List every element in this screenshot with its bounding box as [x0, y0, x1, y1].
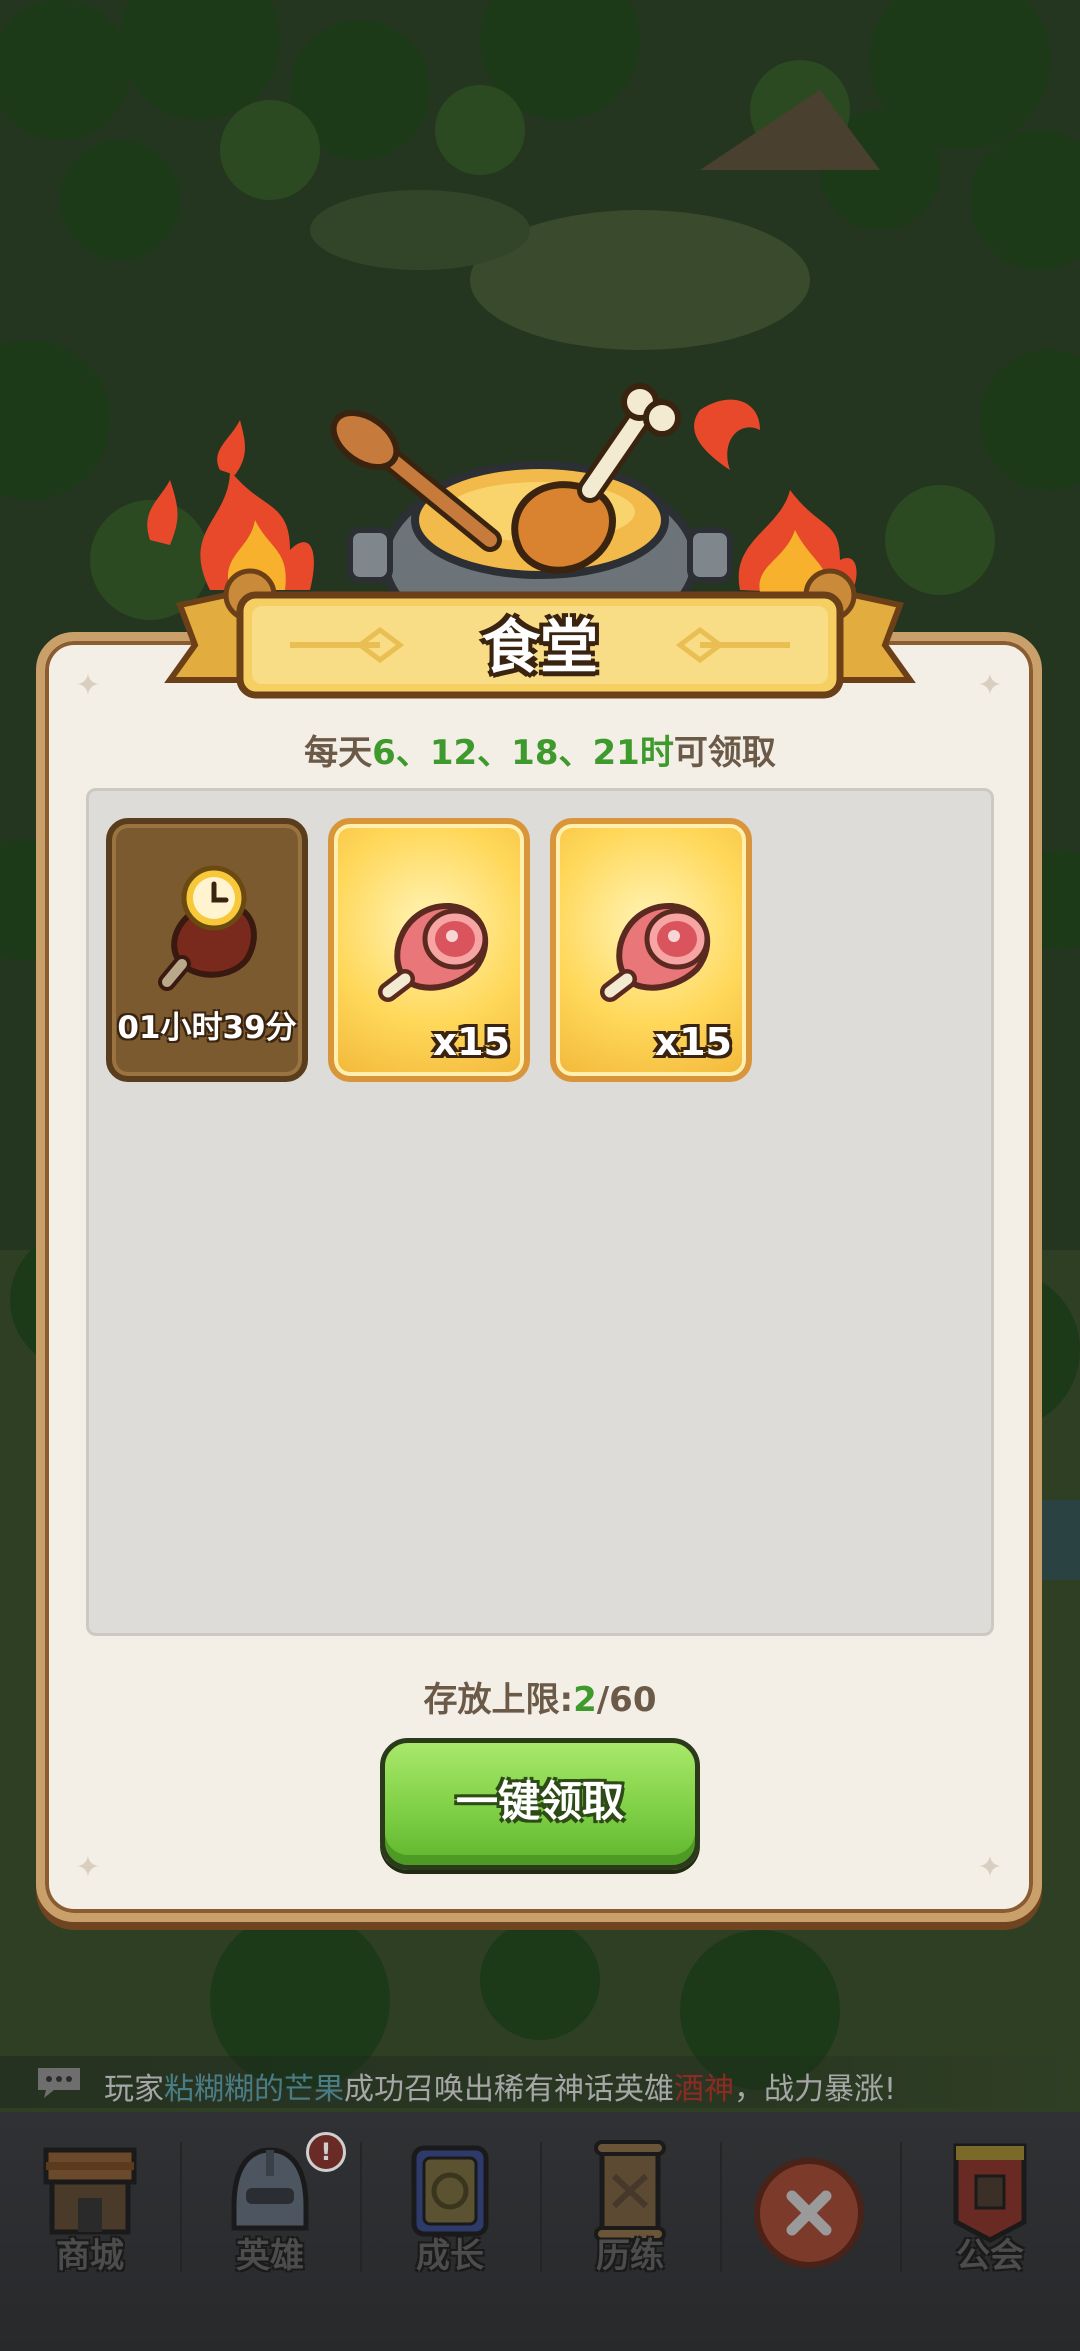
pending-meat-card[interactable]: 01小时39分 [106, 818, 308, 1082]
meat-icon [378, 902, 489, 1002]
chat-bubble-icon [38, 2068, 80, 2098]
nav-item-guild[interactable]: 公会 [900, 2112, 1080, 2351]
schedule-hour-suffix: 时 [639, 733, 674, 773]
ticker-middle: 成功召唤出稀有神话英雄 [344, 2072, 674, 2107]
close-icon [786, 2190, 832, 2236]
corner-ornament-icon: ✦ [977, 1850, 1003, 1885]
schedule-hour: 12 [429, 733, 478, 773]
storage-limit: 存放上限:2/60 [0, 1672, 1080, 1721]
nav-item-growth[interactable]: 成长 [360, 2112, 540, 2351]
meat-reward-card[interactable]: x15 [550, 818, 752, 1082]
nav-label-shop: 商城 [56, 2236, 124, 2276]
ticker-player-name: 粘糊糊的芒果 [164, 2072, 344, 2107]
schedule-hour: 18 [511, 733, 559, 773]
meat-icon [600, 902, 711, 1002]
ticker-hero-name: 酒神 [674, 2072, 734, 2107]
reward-quantity: x15 [654, 1020, 732, 1064]
nav-label-training: 历练 [596, 2236, 664, 2276]
storage-max: /60 [596, 1680, 657, 1720]
nav-label-heroes: 英雄 [236, 2236, 304, 2276]
dialog-title: 食堂 [481, 613, 598, 681]
nav-item-training[interactable]: 历练 [540, 2112, 720, 2351]
claim-schedule-text: 每天6、12、18、21时可领取 [0, 725, 1080, 774]
ticker-prefix: 玩家 [104, 2072, 164, 2107]
schedule-separator: 、 [395, 733, 430, 773]
claim-all-button[interactable]: 一键领取 [380, 1738, 700, 1870]
nav-item-shop[interactable]: 商城 [0, 2112, 180, 2351]
corner-ornament-icon: ✦ [75, 1850, 101, 1885]
nav-label-growth: 成长 [416, 2236, 484, 2276]
nav-divider [720, 2142, 722, 2272]
flame-icon [147, 420, 314, 590]
reward-quantity: x15 [432, 1020, 510, 1064]
schedule-suffix: 可领取 [673, 733, 776, 773]
nav-label-guild: 公会 [956, 2236, 1024, 2276]
schedule-hour: 21 [592, 733, 640, 773]
hero-alert-badge: ! [306, 2132, 346, 2172]
bottom-navigation: 商城 英雄 成长 历练 公会 [0, 2112, 1080, 2351]
schedule-prefix: 每天 [304, 733, 373, 773]
schedule-separator: 、 [558, 733, 593, 773]
ticker-suffix: ，战力暴涨! [734, 2072, 897, 2107]
schedule-hour: 6 [372, 733, 396, 773]
storage-label: 存放上限: [423, 1680, 574, 1720]
announcement-ticker[interactable]: 玩家粘糊糊的芒果成功召唤出稀有神话英雄酒神，战力暴涨! [0, 2056, 1080, 2108]
schedule-separator: 、 [477, 733, 512, 773]
meat-reward-card[interactable]: x15 [328, 818, 530, 1082]
countdown-label: 01小时39分 [117, 1010, 297, 1046]
announcement-text: 玩家粘糊糊的芒果成功召唤出稀有神话英雄酒神，战力暴涨! [104, 2064, 896, 2108]
close-dialog-button[interactable] [754, 2158, 864, 2268]
meat-clock-icon [158, 865, 257, 991]
storage-current: 2 [573, 1680, 597, 1720]
